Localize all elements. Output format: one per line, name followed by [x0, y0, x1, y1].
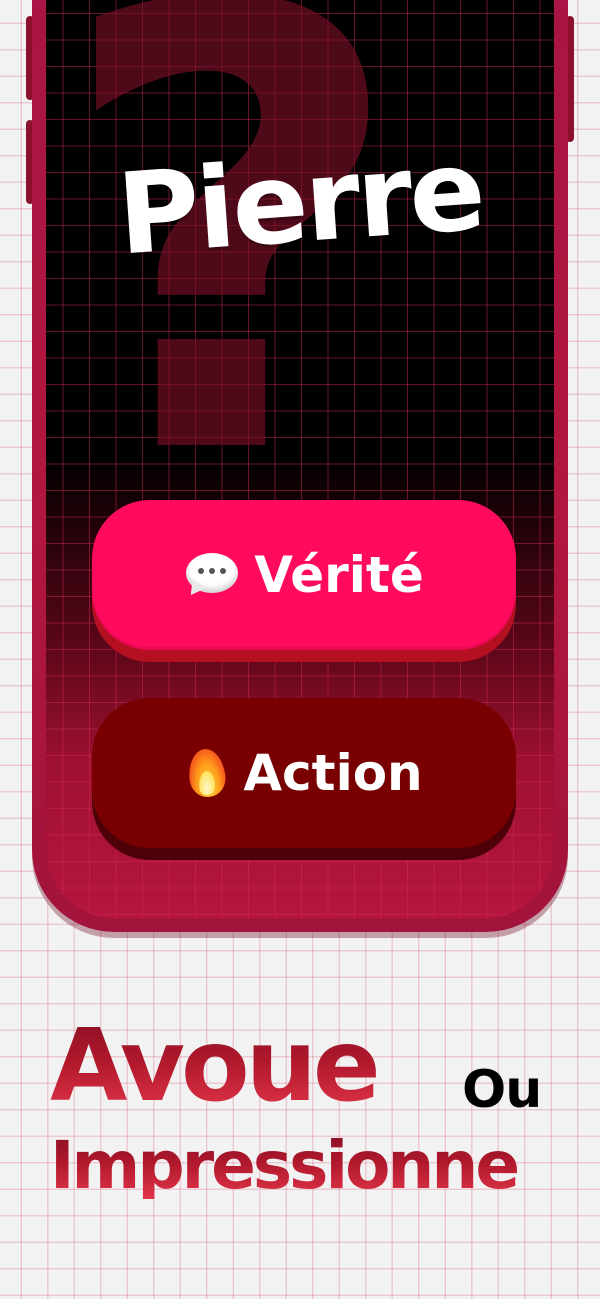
- tagline-avoue: Avoue: [50, 1007, 381, 1124]
- tagline-impressionne: Impressionne: [50, 1127, 520, 1204]
- fire-icon: [185, 747, 229, 799]
- truth-button-label: Vérité: [254, 546, 424, 604]
- truth-button[interactable]: Vérité: [92, 500, 516, 650]
- speech-bubble-icon: [184, 551, 240, 601]
- dare-button[interactable]: Action: [92, 698, 516, 848]
- tagline-ou: Ou: [462, 1060, 542, 1120]
- dare-button-label: Action: [243, 744, 423, 802]
